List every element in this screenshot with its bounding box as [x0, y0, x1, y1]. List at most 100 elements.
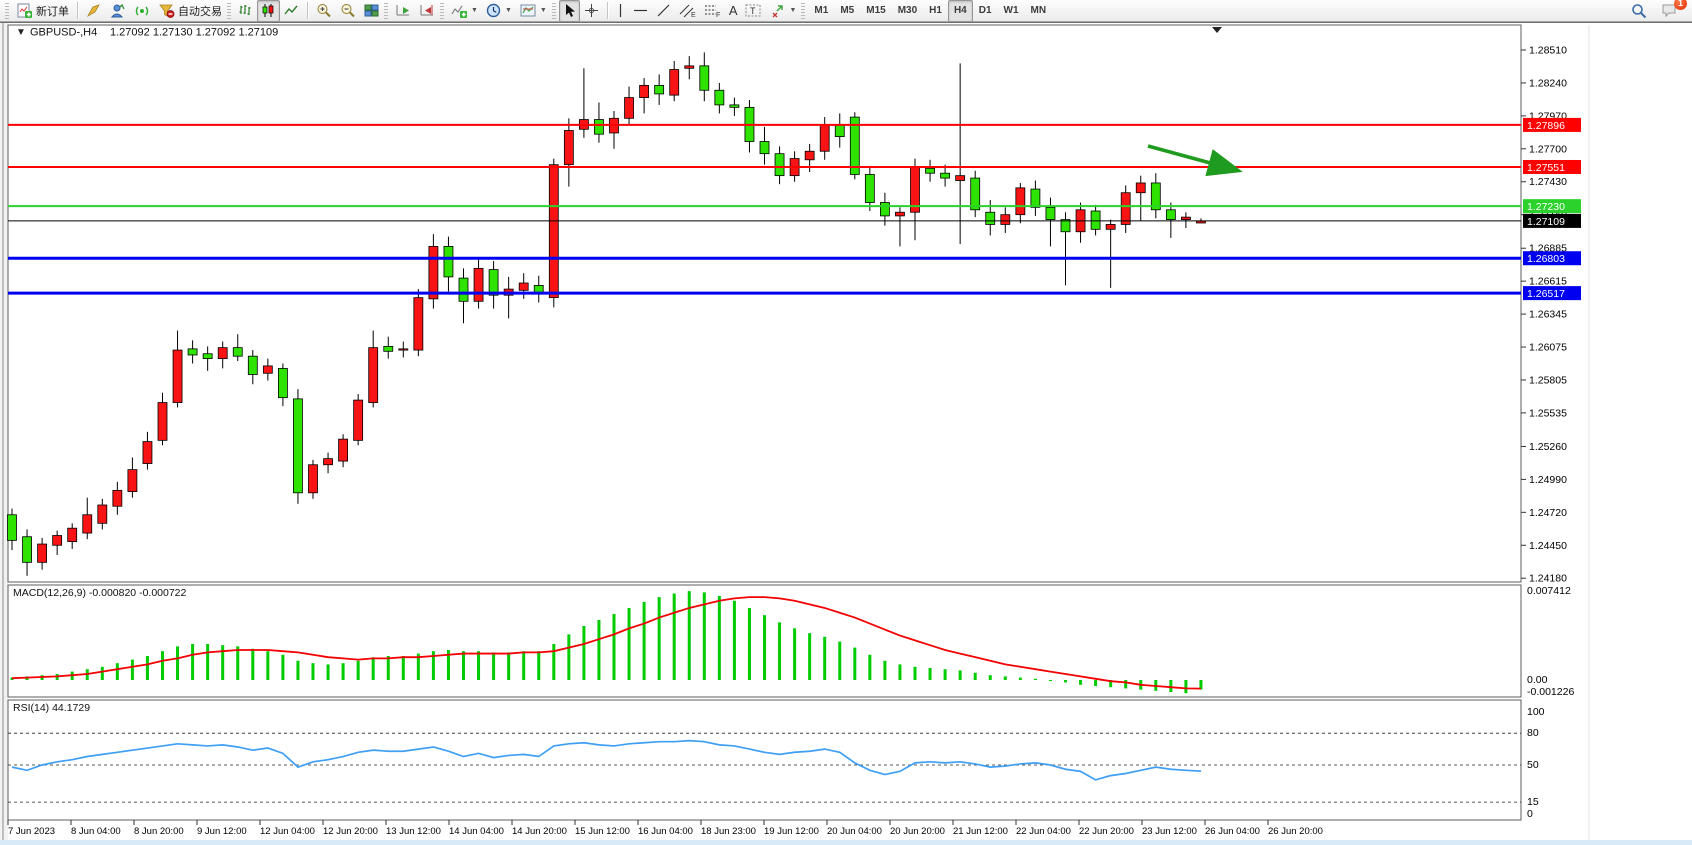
cursor-tool-button[interactable]: [559, 0, 580, 22]
autotrading-icon: [158, 3, 175, 18]
text-label-icon: T: [745, 3, 762, 18]
macd-histogram-bar: [658, 597, 661, 680]
text-label-tool-button[interactable]: T: [741, 0, 766, 22]
chevron-down-icon: ▼: [505, 7, 512, 14]
candle-bullish: [1001, 215, 1010, 225]
time-axis-label: 26 Jun 04:00: [1205, 826, 1260, 837]
candle-bullish: [128, 470, 137, 492]
timeframe-w1-button[interactable]: W1: [998, 0, 1025, 22]
macd-histogram-bar: [1184, 680, 1187, 693]
timeframe-h4-button[interactable]: H4: [948, 0, 973, 22]
macd-histogram-bar: [974, 673, 977, 680]
time-axis-label: 9 Jun 12:00: [197, 826, 247, 837]
macd-histogram-bar: [613, 614, 616, 680]
candle-bullish: [1106, 224, 1115, 229]
toolbar-drag-handle[interactable]: [384, 3, 388, 19]
price-axis-label: 1.24990: [1529, 474, 1567, 486]
timeframe-d1-button[interactable]: D1: [973, 0, 998, 22]
timeframe-mn-button[interactable]: MN: [1025, 0, 1053, 22]
timeframe-h1-button[interactable]: H1: [923, 0, 948, 22]
candle-bullish: [474, 268, 483, 301]
autotrading-button[interactable]: 自动交易: [154, 0, 226, 22]
candle-bullish: [429, 246, 438, 298]
time-axis-label: 16 Jun 04:00: [638, 826, 693, 837]
price-badge-label: 1.26517: [1527, 288, 1565, 300]
profile-button[interactable]: [106, 0, 130, 22]
auto-scroll-button[interactable]: [391, 0, 415, 22]
candle-bullish: [519, 283, 528, 290]
macd-histogram-bar: [853, 648, 856, 680]
timeframe-m15-button[interactable]: M15: [860, 0, 891, 22]
macd-histogram-bar: [748, 608, 751, 680]
vertical-line-icon: [616, 3, 625, 18]
macd-histogram-bar: [101, 667, 104, 680]
notifications-button[interactable]: 1: [1657, 0, 1682, 22]
candle-bullish: [324, 459, 333, 465]
periods-button[interactable]: ▼: [482, 0, 516, 22]
price-badge-label: 1.27896: [1527, 120, 1565, 132]
macd-histogram-bar: [312, 663, 315, 680]
toolbar-drag-handle[interactable]: [5, 3, 9, 19]
new-order-label: 新订单: [36, 3, 69, 19]
candle-bullish: [625, 98, 634, 119]
text-tool-button[interactable]: A: [725, 0, 742, 22]
channel-icon: E: [679, 3, 696, 18]
macd-histogram-bar: [191, 644, 194, 680]
timeframe-m5-button[interactable]: M5: [834, 0, 860, 22]
chart-plot-area[interactable]: [8, 25, 1521, 582]
candle-bullish: [354, 400, 363, 440]
toolbar-drag-handle[interactable]: [440, 3, 444, 19]
tile-windows-button[interactable]: [360, 0, 383, 22]
time-axis-label: 20 Jun 20:00: [890, 826, 945, 837]
macd-histogram-bar: [176, 646, 179, 680]
chart-shift-button[interactable]: [415, 0, 439, 22]
indicators-button[interactable]: ▼: [447, 0, 482, 22]
channel-tool-button[interactable]: E: [675, 0, 700, 22]
candle-bullish: [173, 350, 182, 402]
trendline-tool-button[interactable]: [652, 0, 675, 22]
candle-bearish: [655, 85, 664, 94]
search-button[interactable]: [1627, 0, 1651, 22]
signal-button[interactable]: [130, 0, 154, 22]
candle-bullish: [820, 124, 829, 151]
bar-chart-button[interactable]: [234, 0, 257, 22]
signal-icon: [134, 3, 150, 18]
price-axis-label: 1.27700: [1529, 143, 1567, 155]
crosshair-tool-button[interactable]: [580, 0, 603, 22]
macd-histogram-bar: [643, 602, 646, 680]
macd-axis-label: -0.001226: [1527, 686, 1574, 698]
line-chart-button[interactable]: [280, 0, 303, 22]
indicators-icon: [451, 3, 467, 18]
toolbar: 新订单 自动交易: [0, 0, 1692, 22]
vertical-line-tool-button[interactable]: [612, 0, 629, 22]
symbol-dropdown-icon: ▼: [16, 27, 26, 38]
horizontal-line-tool-button[interactable]: [629, 0, 652, 22]
macd-histogram-bar: [673, 594, 676, 680]
arrows-tool-button[interactable]: ▼: [766, 0, 800, 22]
macd-histogram-bar: [477, 651, 480, 680]
crosshair-icon: [584, 3, 599, 18]
template-icon: [520, 3, 536, 18]
time-axis-label: 12 Jun 04:00: [260, 826, 315, 837]
toolbar-drag-handle[interactable]: [227, 3, 231, 19]
timeframe-m30-button[interactable]: M30: [892, 0, 923, 22]
toolbar-drag-handle[interactable]: [552, 3, 556, 19]
new-order-button[interactable]: 新订单: [12, 0, 73, 22]
zoom-in-button[interactable]: [312, 0, 336, 22]
time-axis-label: 21 Jun 12:00: [953, 826, 1008, 837]
metaeditor-button[interactable]: [82, 0, 106, 22]
templates-button[interactable]: ▼: [516, 0, 551, 22]
chart-shift-icon: [419, 3, 435, 18]
candle-bearish: [835, 124, 844, 136]
candle-bearish: [775, 154, 784, 176]
candlestick-chart-button[interactable]: [257, 0, 280, 22]
fibonacci-tool-button[interactable]: F: [700, 0, 725, 22]
candle-bullish: [895, 212, 904, 216]
timeframe-m1-button[interactable]: M1: [808, 0, 834, 22]
toolbar-drag-handle[interactable]: [801, 3, 805, 19]
candle-bullish: [805, 151, 814, 160]
candle-bearish: [459, 278, 468, 301]
horizontal-line-icon: [633, 3, 648, 18]
candle-bullish: [414, 298, 423, 350]
zoom-out-button[interactable]: [336, 0, 360, 22]
